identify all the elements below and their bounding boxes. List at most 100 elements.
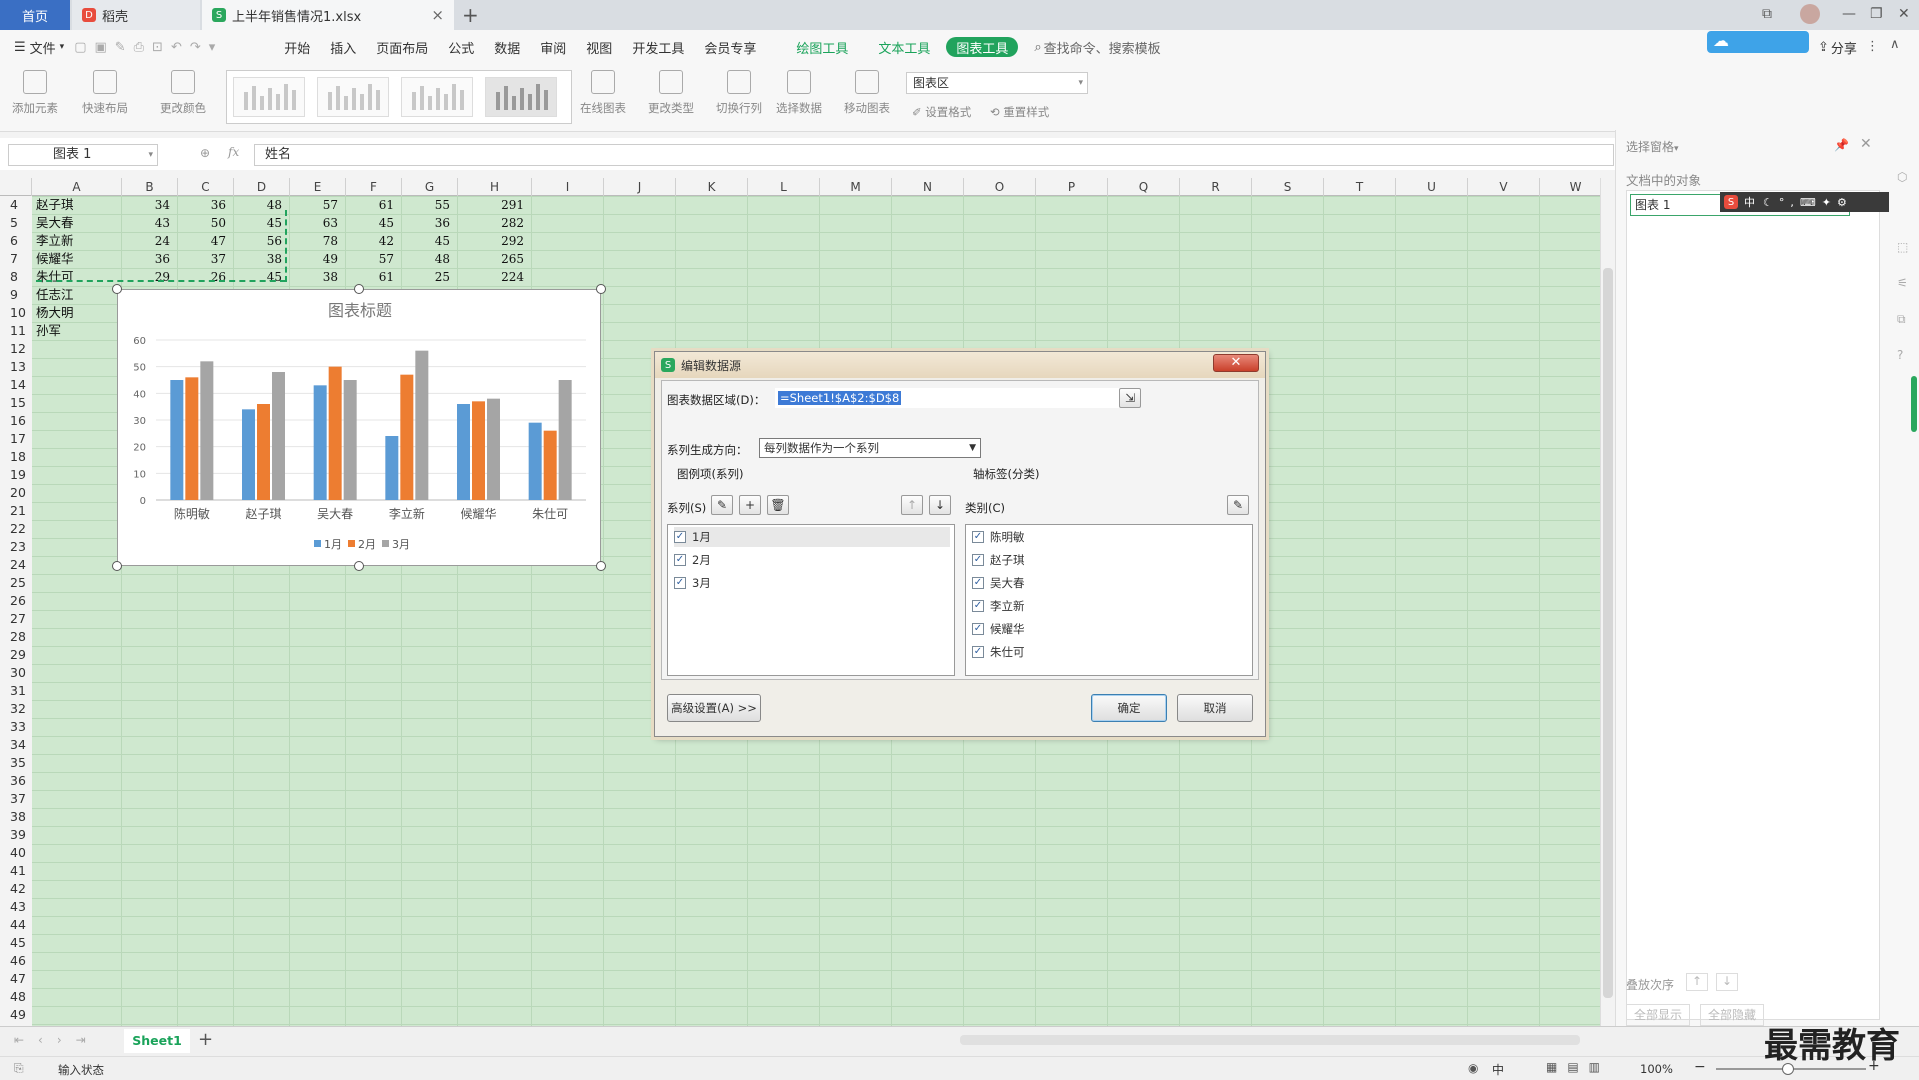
language-indicator[interactable]: 中: [1492, 1061, 1504, 1078]
row-header-47[interactable]: 47: [0, 970, 32, 988]
hide-all-button[interactable]: 全部隐藏: [1700, 1004, 1764, 1026]
checkbox[interactable]: ✓: [972, 577, 984, 589]
formula-input[interactable]: 姓名: [254, 144, 1614, 166]
row-header-39[interactable]: 39: [0, 826, 32, 844]
vertical-scroll-thumb[interactable]: [1603, 268, 1613, 998]
avatar[interactable]: [1800, 4, 1820, 24]
sheet-nav-icons[interactable]: ⇤‹›⇥: [14, 1033, 100, 1047]
menu-chart-tools[interactable]: 图表工具: [946, 37, 1019, 57]
menu-file[interactable]: ☰ 文件 ▾: [0, 30, 74, 64]
row-header-27[interactable]: 27: [0, 610, 32, 628]
row-header-24[interactable]: 24: [0, 556, 32, 574]
list-item[interactable]: ✓ 陈明敏: [972, 527, 1248, 547]
zoom-slider[interactable]: [1716, 1063, 1866, 1075]
row-header-13[interactable]: 13: [0, 358, 32, 376]
cell-name[interactable]: 李立新: [36, 232, 74, 250]
cell-name[interactable]: 杨大明: [36, 304, 74, 322]
row-header-8[interactable]: 8: [0, 268, 32, 286]
cell-value[interactable]: 34: [122, 196, 170, 214]
minimize-icon[interactable]: —: [1842, 6, 1856, 22]
row-header-49[interactable]: 49: [0, 1006, 32, 1024]
cell-name[interactable]: 候耀华: [36, 250, 74, 268]
cell-value[interactable]: 36: [122, 250, 170, 268]
row-header-20[interactable]: 20: [0, 484, 32, 502]
cell-value[interactable]: 291: [458, 196, 524, 214]
cell-value[interactable]: 55: [402, 196, 450, 214]
column-header-J[interactable]: J: [604, 178, 676, 196]
column-header-P[interactable]: P: [1036, 178, 1108, 196]
row-header-41[interactable]: 41: [0, 862, 32, 880]
window-mode-icon[interactable]: ⧉: [1762, 6, 1772, 22]
range-input[interactable]: =Sheet1!$A$2:$D$8: [775, 388, 1125, 408]
side-select-icon[interactable]: ⬚: [1897, 240, 1908, 254]
objects-list[interactable]: [1626, 190, 1880, 1020]
move-up-button[interactable]: ↑: [901, 495, 923, 515]
close-window-icon[interactable]: ✕: [1898, 6, 1910, 22]
add-sheet-icon[interactable]: +: [198, 1029, 213, 1050]
cell-value[interactable]: 36: [178, 196, 226, 214]
side-property-icon[interactable]: ⧉: [1897, 312, 1906, 327]
edit-series-button[interactable]: ✎: [711, 495, 733, 515]
restore-icon[interactable]: ❐: [1870, 6, 1883, 22]
row-header-26[interactable]: 26: [0, 592, 32, 610]
sheet-tab-sheet1[interactable]: Sheet1: [124, 1029, 190, 1053]
resize-handle-br[interactable]: [596, 561, 606, 571]
column-header-B[interactable]: B: [122, 178, 178, 196]
row-header-31[interactable]: 31: [0, 682, 32, 700]
cell-value[interactable]: 48: [402, 250, 450, 268]
menu-formula[interactable]: 公式: [438, 30, 484, 64]
chart-style-4[interactable]: [485, 77, 557, 117]
side-settings-icon[interactable]: ⚟: [1897, 276, 1908, 290]
row-header-18[interactable]: 18: [0, 448, 32, 466]
quick-layout-button[interactable]: 快速布局: [82, 70, 128, 116]
select-data-button[interactable]: 选择数据: [776, 70, 822, 116]
chart-object[interactable]: 图表标题 0 10 20 30 40 50 60 陈明敏 赵子琪 吴大春 李立新 候耀华 朱仕可 1月 2月 3…: [117, 289, 601, 566]
cell-value[interactable]: 25: [402, 268, 450, 286]
cell-value[interactable]: 292: [458, 232, 524, 250]
list-item[interactable]: ✓ 吴大春: [972, 573, 1248, 593]
menu-view[interactable]: 视图: [576, 30, 622, 64]
row-header-35[interactable]: 35: [0, 754, 32, 772]
change-color-button[interactable]: 更改颜色: [160, 70, 206, 116]
checkbox[interactable]: ✓: [674, 531, 686, 543]
row-header-19[interactable]: 19: [0, 466, 32, 484]
column-header-N[interactable]: N: [892, 178, 964, 196]
column-header-F[interactable]: F: [346, 178, 402, 196]
resize-handle-tl[interactable]: [112, 284, 122, 294]
chart-style-gallery[interactable]: [226, 70, 572, 124]
cell-value[interactable]: 36: [402, 214, 450, 232]
cell-value[interactable]: 57: [346, 250, 394, 268]
checkbox[interactable]: ✓: [972, 600, 984, 612]
cell-value[interactable]: 37: [178, 250, 226, 268]
list-item[interactable]: ✓ 3月: [674, 573, 950, 593]
cell-value[interactable]: 50: [178, 214, 226, 232]
tab-daoke[interactable]: D 稻壳: [72, 0, 200, 30]
select-all-corner[interactable]: [0, 178, 32, 196]
view-mode-icons[interactable]: ▦▤▥: [1546, 1060, 1610, 1074]
zoom-out-icon[interactable]: −: [1694, 1059, 1706, 1075]
delete-series-button[interactable]: 🗑: [767, 495, 789, 515]
set-format-button[interactable]: ✐ 设置格式: [912, 104, 971, 120]
reset-style-button[interactable]: ⟲ 重置样式: [990, 104, 1049, 120]
add-series-button[interactable]: +: [739, 495, 761, 515]
list-item[interactable]: ✓ 2月: [674, 550, 950, 570]
status-macro-icon[interactable]: ⎘: [14, 1061, 24, 1076]
cell-value[interactable]: 45: [234, 214, 282, 232]
change-type-button[interactable]: 更改类型: [648, 70, 694, 116]
direction-select[interactable]: 每列数据作为一个系列 ▼: [759, 438, 981, 458]
chart-style-2[interactable]: [317, 77, 389, 117]
row-header-7[interactable]: 7: [0, 250, 32, 268]
cell-name[interactable]: 吴大春: [36, 214, 74, 232]
tab-home[interactable]: 首页: [0, 0, 70, 30]
side-shape-icon[interactable]: ⬡: [1897, 170, 1907, 184]
row-header-11[interactable]: 11: [0, 322, 32, 340]
column-header-M[interactable]: M: [820, 178, 892, 196]
chart-element-select[interactable]: 图表区 ▾: [906, 72, 1088, 94]
cell-value[interactable]: 61: [346, 268, 394, 286]
column-header-E[interactable]: E: [290, 178, 346, 196]
vertical-scrollbar[interactable]: [1600, 178, 1615, 1026]
menu-insert[interactable]: 插入: [320, 30, 366, 64]
series-list[interactable]: ✓ 1月 ✓ 2月 ✓ 3月: [667, 524, 955, 676]
cell-value[interactable]: 45: [234, 268, 282, 286]
column-header-D[interactable]: D: [234, 178, 290, 196]
